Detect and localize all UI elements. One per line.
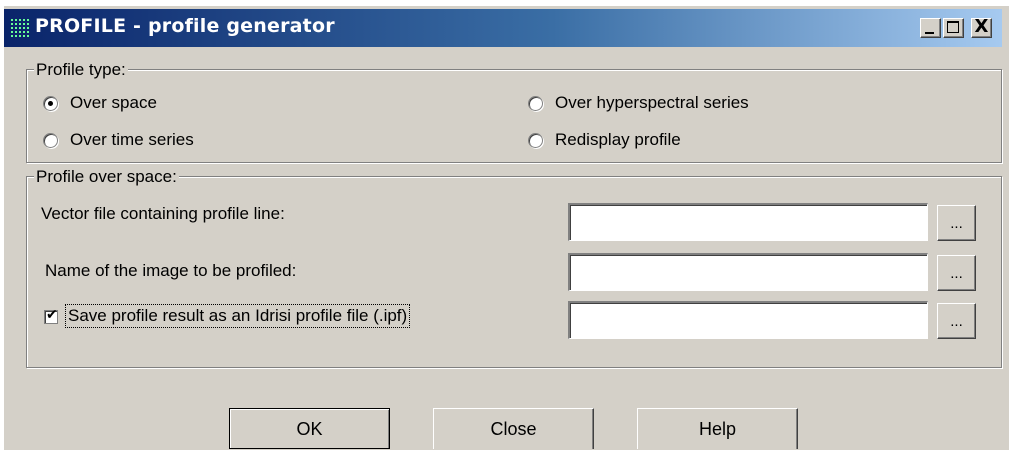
close-icon: X bbox=[974, 16, 989, 37]
close-button[interactable]: Close bbox=[433, 408, 594, 449]
profile-type-legend: Profile type: bbox=[34, 60, 128, 80]
profile-over-space-legend: Profile over space: bbox=[34, 167, 179, 187]
save-profile-input[interactable] bbox=[568, 301, 928, 339]
save-profile-browse-button[interactable]: ... bbox=[937, 303, 976, 339]
radio-over-space[interactable]: Over space bbox=[43, 93, 157, 113]
image-name-label: Name of the image to be profiled: bbox=[45, 261, 297, 280]
radio-label-redisplay-profile: Redisplay profile bbox=[555, 130, 681, 149]
radio-unselected-icon[interactable] bbox=[528, 132, 543, 148]
save-profile-checkbox[interactable]: ✔ bbox=[44, 307, 58, 324]
vector-file-browse-button[interactable]: ... bbox=[937, 205, 976, 241]
radio-redisplay-profile[interactable]: Redisplay profile bbox=[528, 130, 681, 150]
radio-over-time-series[interactable]: Over time series bbox=[43, 130, 194, 150]
image-name-browse-button[interactable]: ... bbox=[937, 255, 976, 291]
image-name-input[interactable] bbox=[568, 253, 928, 291]
radio-over-hyperspectral-series[interactable]: Over hyperspectral series bbox=[528, 93, 749, 113]
radio-unselected-icon[interactable] bbox=[43, 132, 58, 148]
app-grid-icon bbox=[10, 18, 30, 38]
vector-file-label: Vector file containing profile line: bbox=[41, 204, 285, 223]
radio-unselected-icon[interactable] bbox=[528, 95, 543, 111]
checkmark-icon: ✔ bbox=[46, 307, 58, 323]
radio-selected-icon[interactable] bbox=[43, 95, 58, 111]
maximize-button[interactable] bbox=[943, 18, 964, 38]
title-bar[interactable]: PROFILE - profile generator X bbox=[4, 9, 1002, 47]
radio-label-over-space: Over space bbox=[70, 93, 157, 112]
minimize-button[interactable] bbox=[920, 18, 941, 38]
radio-label-over-hyperspectral-series: Over hyperspectral series bbox=[555, 93, 749, 112]
vector-file-input[interactable] bbox=[568, 203, 928, 241]
save-profile-label[interactable]: Save profile result as an Idrisi profile… bbox=[65, 304, 411, 328]
help-button[interactable]: Help bbox=[637, 408, 798, 449]
close-window-button[interactable]: X bbox=[971, 16, 992, 38]
ok-button[interactable]: OK bbox=[229, 408, 390, 449]
window-title: PROFILE - profile generator bbox=[35, 15, 335, 37]
radio-label-over-time-series: Over time series bbox=[70, 130, 194, 149]
